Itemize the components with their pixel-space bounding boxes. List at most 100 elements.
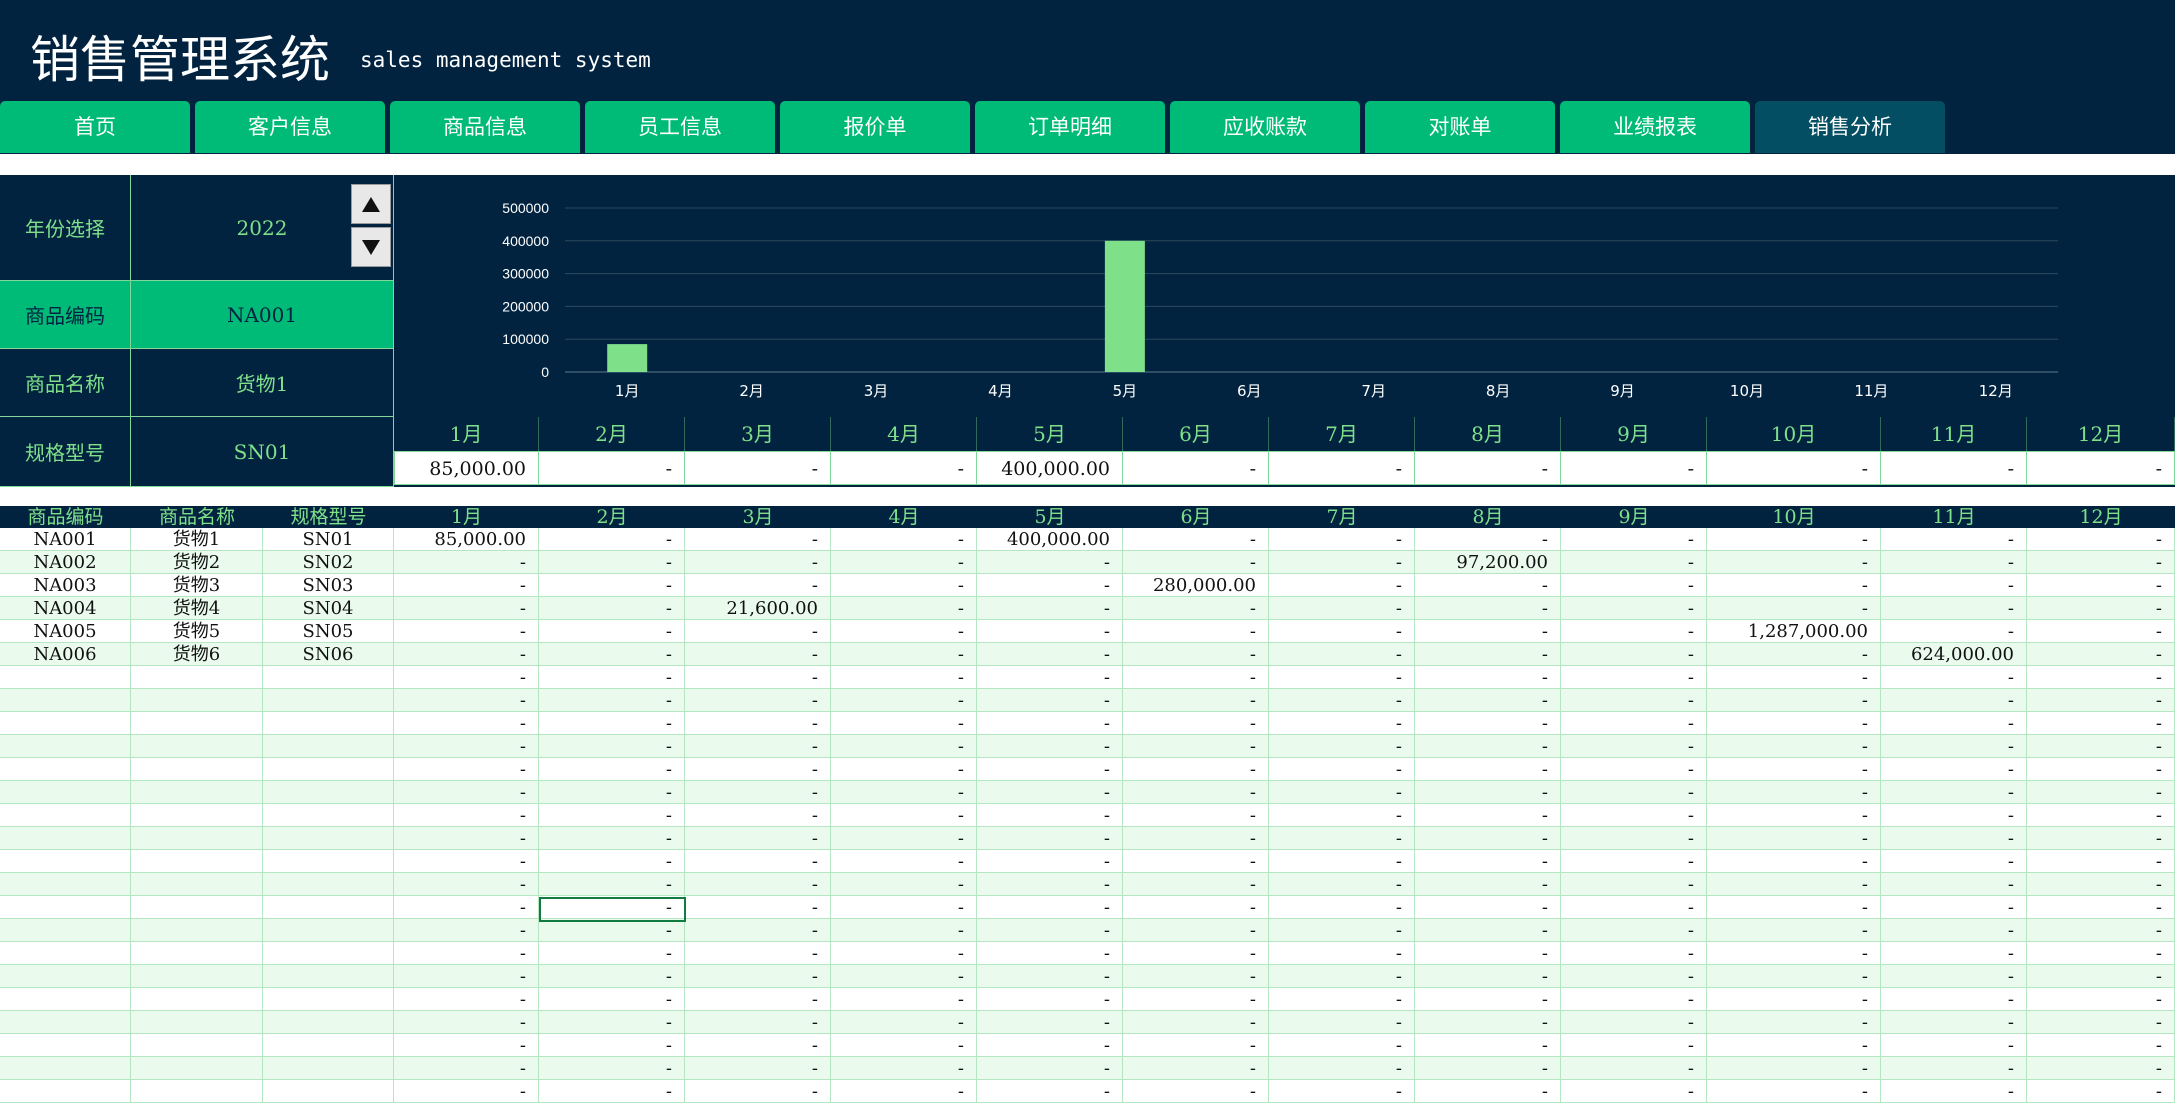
table-cell[interactable]: - <box>2027 528 2175 551</box>
month-value[interactable]: - <box>1561 451 1707 485</box>
table-cell[interactable] <box>131 873 263 896</box>
table-cell[interactable]: - <box>539 1034 685 1057</box>
code-value[interactable]: NA001 <box>131 281 394 349</box>
month-value[interactable]: - <box>1269 451 1415 485</box>
table-cell[interactable] <box>131 919 263 942</box>
table-cell[interactable]: - <box>1269 712 1415 735</box>
table-cell[interactable]: - <box>831 804 977 827</box>
table-cell[interactable]: - <box>1707 643 1881 666</box>
table-cell[interactable]: - <box>831 551 977 574</box>
table-cell[interactable]: - <box>685 689 831 712</box>
table-cell[interactable]: - <box>977 919 1123 942</box>
table-cell[interactable]: - <box>1415 620 1561 643</box>
table-cell[interactable]: NA005 <box>0 620 131 643</box>
table-cell[interactable]: - <box>1269 735 1415 758</box>
table-cell[interactable]: - <box>1881 850 2027 873</box>
table-cell[interactable]: - <box>977 988 1123 1011</box>
table-cell[interactable]: - <box>2027 597 2175 620</box>
table-cell[interactable]: - <box>539 942 685 965</box>
table-cell[interactable]: - <box>539 643 685 666</box>
table-cell[interactable]: - <box>1707 919 1881 942</box>
table-cell[interactable] <box>0 781 131 804</box>
table-cell[interactable]: - <box>685 1034 831 1057</box>
table-cell[interactable] <box>131 942 263 965</box>
table-cell[interactable]: - <box>1269 850 1415 873</box>
table-cell[interactable]: - <box>831 781 977 804</box>
table-cell[interactable]: - <box>831 827 977 850</box>
table-cell[interactable]: - <box>1881 574 2027 597</box>
table-cell[interactable]: - <box>1269 804 1415 827</box>
table-cell[interactable]: - <box>1123 1011 1269 1034</box>
table-cell[interactable]: - <box>1561 873 1707 896</box>
table-cell[interactable]: - <box>831 1011 977 1034</box>
table-cell[interactable]: - <box>831 873 977 896</box>
table-cell[interactable]: - <box>831 1080 977 1103</box>
table-cell[interactable]: 货物3 <box>131 574 263 597</box>
table-cell[interactable]: - <box>685 781 831 804</box>
table-cell[interactable]: - <box>1707 735 1881 758</box>
table-cell[interactable]: - <box>539 574 685 597</box>
table-cell[interactable]: - <box>1561 620 1707 643</box>
table-cell[interactable]: - <box>831 942 977 965</box>
table-cell[interactable]: - <box>2027 643 2175 666</box>
table-cell[interactable]: - <box>1415 643 1561 666</box>
table-cell[interactable]: - <box>977 620 1123 643</box>
table-cell[interactable]: - <box>1269 528 1415 551</box>
table-cell[interactable] <box>0 712 131 735</box>
table-cell[interactable] <box>131 1011 263 1034</box>
table-cell[interactable] <box>0 1080 131 1103</box>
table-cell[interactable]: - <box>394 781 539 804</box>
table-cell[interactable]: - <box>394 689 539 712</box>
table-cell[interactable]: - <box>1123 597 1269 620</box>
table-cell[interactable]: - <box>1561 804 1707 827</box>
table-cell[interactable]: - <box>1415 528 1561 551</box>
table-cell[interactable]: - <box>394 873 539 896</box>
table-cell[interactable]: - <box>1881 689 2027 712</box>
table-cell[interactable]: - <box>685 827 831 850</box>
table-cell[interactable]: - <box>1123 804 1269 827</box>
table-cell[interactable]: - <box>394 827 539 850</box>
table-cell[interactable] <box>0 666 131 689</box>
table-cell[interactable]: - <box>1707 1080 1881 1103</box>
table-cell[interactable]: - <box>1561 850 1707 873</box>
table-cell[interactable]: - <box>1881 1057 2027 1080</box>
table-cell[interactable]: NA003 <box>0 574 131 597</box>
table-cell[interactable]: - <box>1123 666 1269 689</box>
table-cell[interactable]: - <box>1561 1057 1707 1080</box>
table-cell[interactable]: - <box>831 896 977 919</box>
table-cell[interactable]: - <box>1269 896 1415 919</box>
table-cell[interactable]: - <box>685 643 831 666</box>
table-cell[interactable]: - <box>1881 827 2027 850</box>
table-cell[interactable] <box>131 758 263 781</box>
table-cell[interactable]: - <box>1415 781 1561 804</box>
table-cell[interactable]: - <box>394 988 539 1011</box>
table-cell[interactable]: - <box>2027 735 2175 758</box>
tab-5[interactable]: 订单明细 <box>975 101 1165 153</box>
table-cell[interactable]: - <box>1707 804 1881 827</box>
table-cell[interactable]: - <box>539 689 685 712</box>
table-cell[interactable]: - <box>1881 1080 2027 1103</box>
table-cell[interactable] <box>263 689 394 712</box>
table-cell[interactable]: - <box>1269 689 1415 712</box>
table-cell[interactable]: - <box>685 1011 831 1034</box>
table-cell[interactable]: - <box>831 850 977 873</box>
month-value[interactable]: - <box>2027 451 2175 485</box>
table-cell[interactable]: 280,000.00 <box>1123 574 1269 597</box>
table-cell[interactable]: - <box>1123 689 1269 712</box>
table-cell[interactable]: - <box>831 1034 977 1057</box>
table-cell[interactable]: - <box>394 1034 539 1057</box>
table-cell[interactable] <box>263 896 394 919</box>
table-cell[interactable] <box>263 850 394 873</box>
table-cell[interactable]: - <box>977 1034 1123 1057</box>
table-cell[interactable]: - <box>2027 689 2175 712</box>
table-cell[interactable]: SN01 <box>263 528 394 551</box>
table-cell[interactable]: - <box>1561 781 1707 804</box>
table-cell[interactable] <box>0 758 131 781</box>
table-cell[interactable]: - <box>394 1080 539 1103</box>
table-cell[interactable]: - <box>539 551 685 574</box>
table-cell[interactable]: - <box>2027 1034 2175 1057</box>
month-value[interactable]: - <box>1415 451 1561 485</box>
table-cell[interactable]: 624,000.00 <box>1881 643 2027 666</box>
table-cell[interactable]: - <box>1269 873 1415 896</box>
table-cell[interactable]: - <box>1415 873 1561 896</box>
